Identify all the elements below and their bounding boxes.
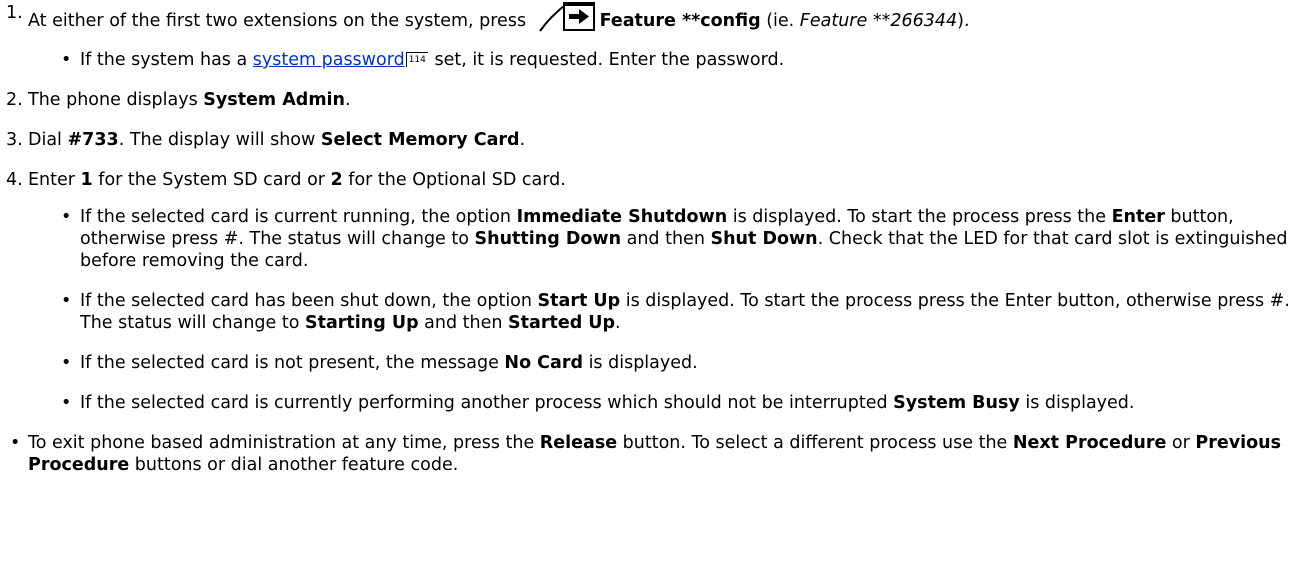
step-text-bold: Select Memory Card (320, 130, 520, 150)
sub-text: . (615, 313, 621, 333)
step-text: The phone displays (28, 90, 204, 110)
bullet: • (10, 433, 21, 453)
step-text-italic: Feature **266344 (799, 11, 958, 31)
sub-text-bold: Enter (1111, 207, 1165, 227)
step-text-bold: 1 (80, 170, 93, 190)
step-text-bold: 2 (330, 170, 343, 190)
step-text: (ie. (760, 11, 800, 31)
sub-text-bold: Start Up (537, 291, 621, 311)
step-text: . The display will show (118, 130, 321, 150)
sub-text: If the system has a (80, 50, 253, 70)
sub-list-item: • If the selected card has been shut dow… (28, 290, 1290, 334)
bullet-text-bold: Release (539, 433, 618, 453)
step-text: . (519, 130, 526, 150)
step-4: 4. Enter 1 for the System SD card or 2 f… (0, 169, 1290, 414)
step-text-bold: #733 (67, 130, 119, 150)
sub-text: is displayed. (1019, 393, 1135, 413)
bullet: • (61, 207, 72, 227)
sub-list-item: • If the selected card is not present, t… (28, 352, 1290, 374)
step-2: 2. The phone displays System Admin. (0, 89, 1290, 111)
step-text: Dial (28, 130, 68, 150)
bullet-text: or (1166, 433, 1196, 453)
sub-text: If the selected card is current running,… (80, 207, 517, 227)
bullet-text: buttons or dial another feature code. (129, 455, 459, 475)
sub-text: and then (418, 313, 509, 333)
step-3: 3. Dial #733. The display will show Sele… (0, 129, 1290, 151)
system-password-link[interactable]: system password (253, 50, 405, 70)
sub-text: is displayed. To start the process press… (727, 207, 1112, 227)
bullet-text: button. To select a different process us… (617, 433, 1013, 453)
step-number: 1. (6, 3, 23, 23)
exit-instructions: • To exit phone based administration at … (0, 432, 1290, 476)
step-text: for the System SD card or (92, 170, 331, 190)
step-text: Enter (28, 170, 81, 190)
step-text-bold: Feature **config (599, 11, 761, 31)
sub-text: If the selected card is currently perfor… (80, 393, 894, 413)
sub-text-bold: System Busy (893, 393, 1020, 413)
bullet: • (61, 50, 72, 70)
feature-arrow-icon (534, 2, 596, 34)
sub-list-item: • If the system has a system password 114… (28, 49, 1290, 71)
sub-text-bold: Immediate Shutdown (516, 207, 728, 227)
sub-list: • If the selected card is current runnin… (28, 206, 1290, 414)
sub-text-bold: Shutting Down (474, 229, 622, 249)
step-number: 3. (6, 130, 23, 150)
step-1: 1. At either of the first two extensions… (0, 2, 1290, 71)
sub-list: • If the system has a system password 114… (28, 49, 1290, 71)
document-body: 1. At either of the first two extensions… (0, 2, 1290, 476)
bullet-text-bold: Next Procedure (1012, 433, 1167, 453)
step-text: At either of the first two extensions on… (28, 11, 532, 31)
bullet: • (61, 353, 72, 373)
step-text: ). (957, 11, 970, 31)
step-text-bold: System Admin (203, 90, 346, 110)
sub-text: set, it is requested. Enter the password… (428, 50, 785, 70)
sub-text: If the selected card has been shut down,… (80, 291, 538, 311)
sub-list-item: • If the selected card is currently perf… (28, 392, 1290, 414)
sub-text-bold: Shut Down (710, 229, 818, 249)
step-number: 4. (6, 170, 23, 190)
sub-text: If the selected card is not present, the… (80, 353, 505, 373)
sub-text: and then (621, 229, 711, 249)
sub-text: is displayed. (583, 353, 698, 373)
step-number: 2. (6, 90, 23, 110)
sub-text-bold: Started Up (508, 313, 616, 333)
page-reference[interactable]: 114 (405, 52, 428, 67)
step-text: . (345, 90, 351, 110)
step-text: for the Optional SD card. (342, 170, 566, 190)
sub-text-bold: No Card (504, 353, 583, 373)
sub-list-item: • If the selected card is current runnin… (28, 206, 1290, 272)
bullet: • (61, 291, 72, 311)
bullet-text: To exit phone based administration at an… (28, 433, 540, 453)
sub-text-bold: Starting Up (305, 313, 419, 333)
bullet: • (61, 393, 72, 413)
